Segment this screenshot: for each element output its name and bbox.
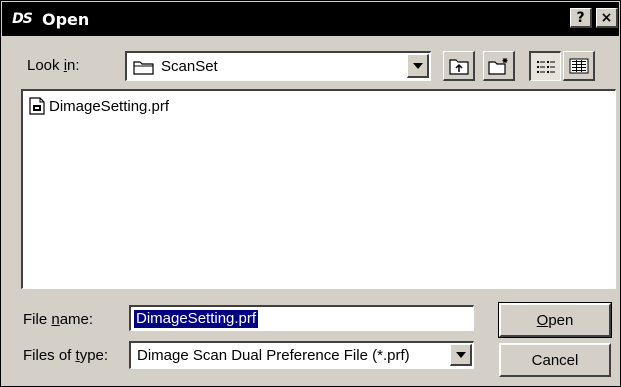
open-dialog: DS Open ? × Look in: ScanSet DimageSetti…: [0, 0, 621, 387]
window-title: Open: [42, 9, 90, 29]
chevron-down-icon: [412, 62, 423, 69]
new-folder-icon: [487, 57, 507, 75]
cancel-button[interactable]: Cancel: [499, 343, 611, 377]
details-view-button[interactable]: [563, 51, 595, 81]
lookin-dropdown-arrow[interactable]: [407, 54, 429, 78]
filename-value: DimageSetting.prf: [134, 309, 259, 328]
document-icon: [29, 97, 45, 115]
details-view-icon: [569, 58, 588, 73]
filetype-dropdown[interactable]: Dimage Scan Dual Preference File (*.prf): [129, 341, 474, 369]
lookin-dropdown[interactable]: ScanSet: [125, 51, 431, 81]
new-folder-button[interactable]: [483, 51, 515, 81]
list-item[interactable]: DimageSetting.prf: [29, 97, 169, 115]
app-icon: DS: [12, 11, 33, 27]
help-button[interactable]: ?: [570, 8, 592, 28]
file-list[interactable]: DimageSetting.prf: [21, 89, 616, 289]
up-folder-icon: [448, 58, 469, 75]
list-view-button[interactable]: [529, 51, 561, 81]
list-view-icon: [536, 60, 555, 73]
close-button[interactable]: ×: [596, 8, 618, 28]
filetype-dropdown-arrow[interactable]: [450, 344, 472, 366]
filename-label: File name:: [23, 311, 94, 328]
up-one-level-button[interactable]: [443, 51, 475, 81]
filetype-value: Dimage Scan Dual Preference File (*.prf): [137, 347, 410, 364]
lookin-value: ScanSet: [161, 58, 218, 75]
filetype-label: Files of type:: [23, 347, 109, 364]
lookin-label: Look in:: [27, 57, 80, 74]
filename-input[interactable]: DimageSetting.prf: [129, 305, 474, 331]
help-icon: ?: [576, 9, 585, 26]
file-name: DimageSetting.prf: [49, 97, 170, 115]
chevron-down-icon: [455, 351, 466, 358]
folder-icon: [133, 59, 155, 75]
close-icon: ×: [600, 9, 613, 26]
open-button[interactable]: Open: [498, 302, 612, 338]
title-bar[interactable]: DS Open ? ×: [2, 2, 619, 36]
